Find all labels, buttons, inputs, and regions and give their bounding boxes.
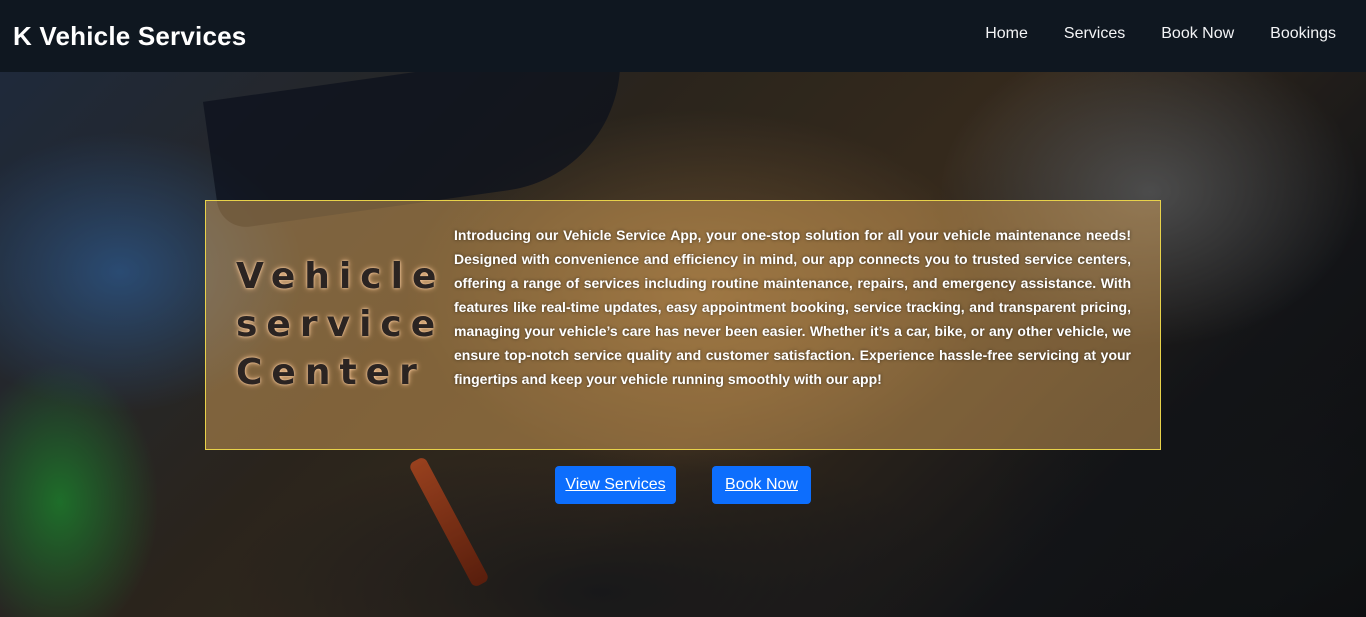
book-now-button[interactable]: Book Now bbox=[712, 466, 811, 504]
nav-link-services[interactable]: Services bbox=[1046, 25, 1143, 43]
nav-link-book-now[interactable]: Book Now bbox=[1143, 25, 1252, 43]
hero-title: Vehicle service Center bbox=[236, 256, 446, 393]
nav-links: Home Services Book Now Bookings bbox=[967, 25, 1354, 43]
hero-section: Vehicle service Center Introducing our V… bbox=[0, 72, 1366, 617]
nav-link-bookings[interactable]: Bookings bbox=[1252, 25, 1354, 43]
navbar: K Vehicle Services Home Services Book No… bbox=[0, 0, 1366, 72]
view-services-button[interactable]: View Services bbox=[555, 466, 676, 504]
hero-description: Introducing our Vehicle Service App, you… bbox=[454, 227, 1131, 387]
brand-logo[interactable]: K Vehicle Services bbox=[13, 21, 246, 52]
nav-link-home[interactable]: Home bbox=[967, 25, 1046, 43]
info-box: Vehicle service Center Introducing our V… bbox=[205, 200, 1161, 450]
